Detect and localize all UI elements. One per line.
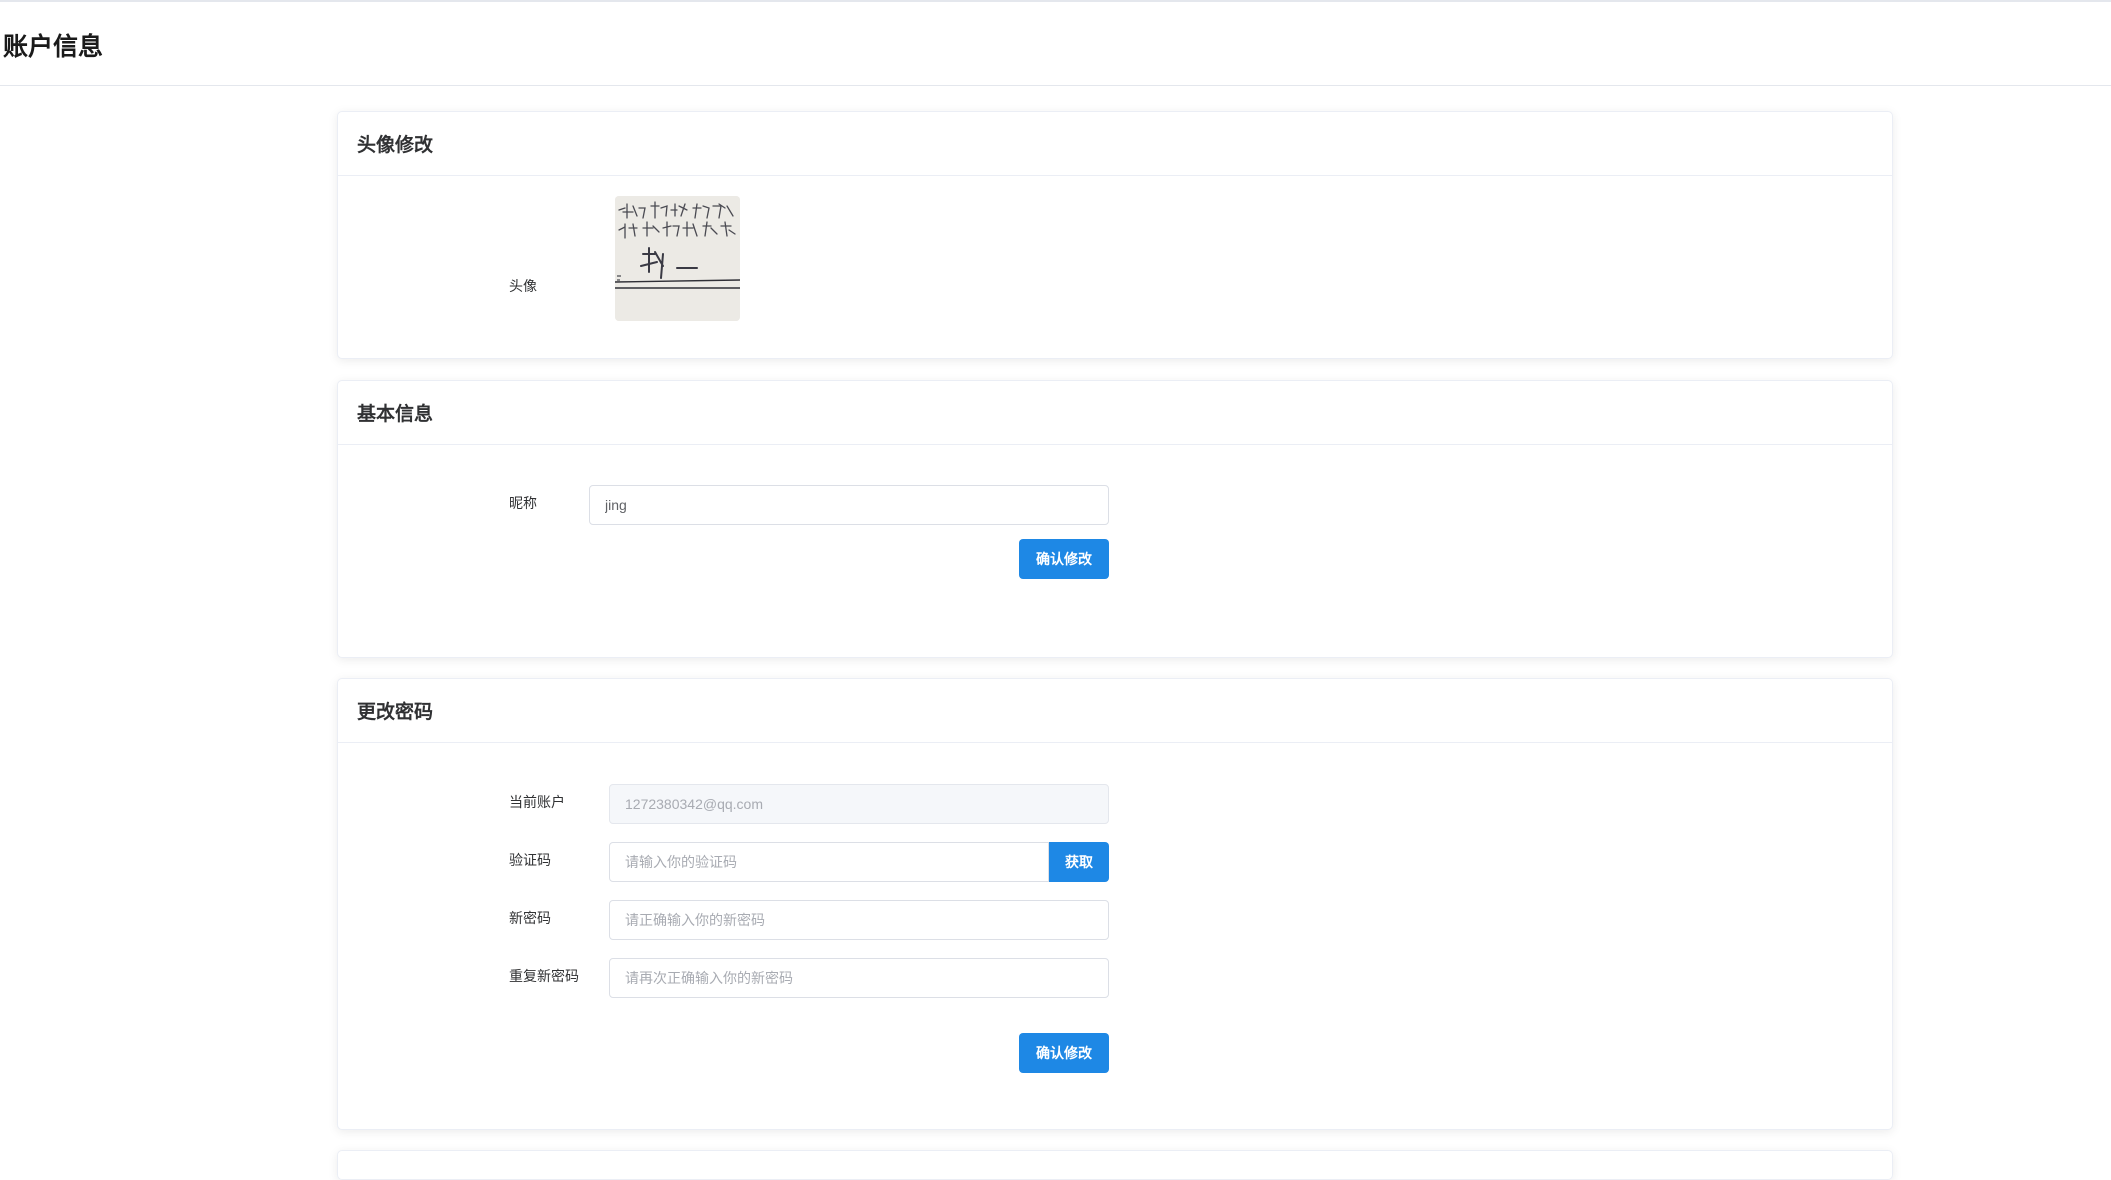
password-card-title: 更改密码 xyxy=(357,702,434,723)
repeat-password-input[interactable] xyxy=(609,958,1109,998)
avatar-card-header: 头像修改 xyxy=(338,112,1892,176)
verification-code-input[interactable] xyxy=(609,842,1049,882)
page-title: 账户信息 xyxy=(3,33,104,61)
new-password-label: 新密码 xyxy=(509,910,551,926)
password-card: 更改密码 当前账户 验证码 获取 新密码 重复新密码 确认修改 xyxy=(337,678,1893,1130)
password-card-header: 更改密码 xyxy=(338,679,1892,743)
password-confirm-button[interactable]: 确认修改 xyxy=(1019,1033,1109,1073)
get-code-button[interactable]: 获取 xyxy=(1049,842,1109,882)
current-account-label: 当前账户 xyxy=(509,794,565,810)
new-password-input[interactable] xyxy=(609,900,1109,940)
avatar-card-title: 头像修改 xyxy=(357,135,434,156)
avatar-image[interactable] xyxy=(615,196,740,321)
current-account-input xyxy=(609,784,1109,824)
nickname-label: 昵称 xyxy=(509,495,537,511)
avatar-handwriting-image xyxy=(615,196,740,321)
repeat-password-label: 重复新密码 xyxy=(509,968,579,984)
next-card-edge xyxy=(337,1150,1893,1180)
page-header: 账户信息 xyxy=(0,2,2111,86)
basic-confirm-button[interactable]: 确认修改 xyxy=(1019,539,1109,579)
avatar-card: 头像修改 头像 xyxy=(337,111,1893,359)
basic-info-card-title: 基本信息 xyxy=(357,404,434,425)
avatar-label: 头像 xyxy=(509,278,537,294)
basic-info-card-header: 基本信息 xyxy=(338,381,1892,445)
verification-code-label: 验证码 xyxy=(509,852,551,868)
nickname-input[interactable] xyxy=(589,485,1109,525)
basic-info-card: 基本信息 昵称 确认修改 xyxy=(337,380,1893,658)
